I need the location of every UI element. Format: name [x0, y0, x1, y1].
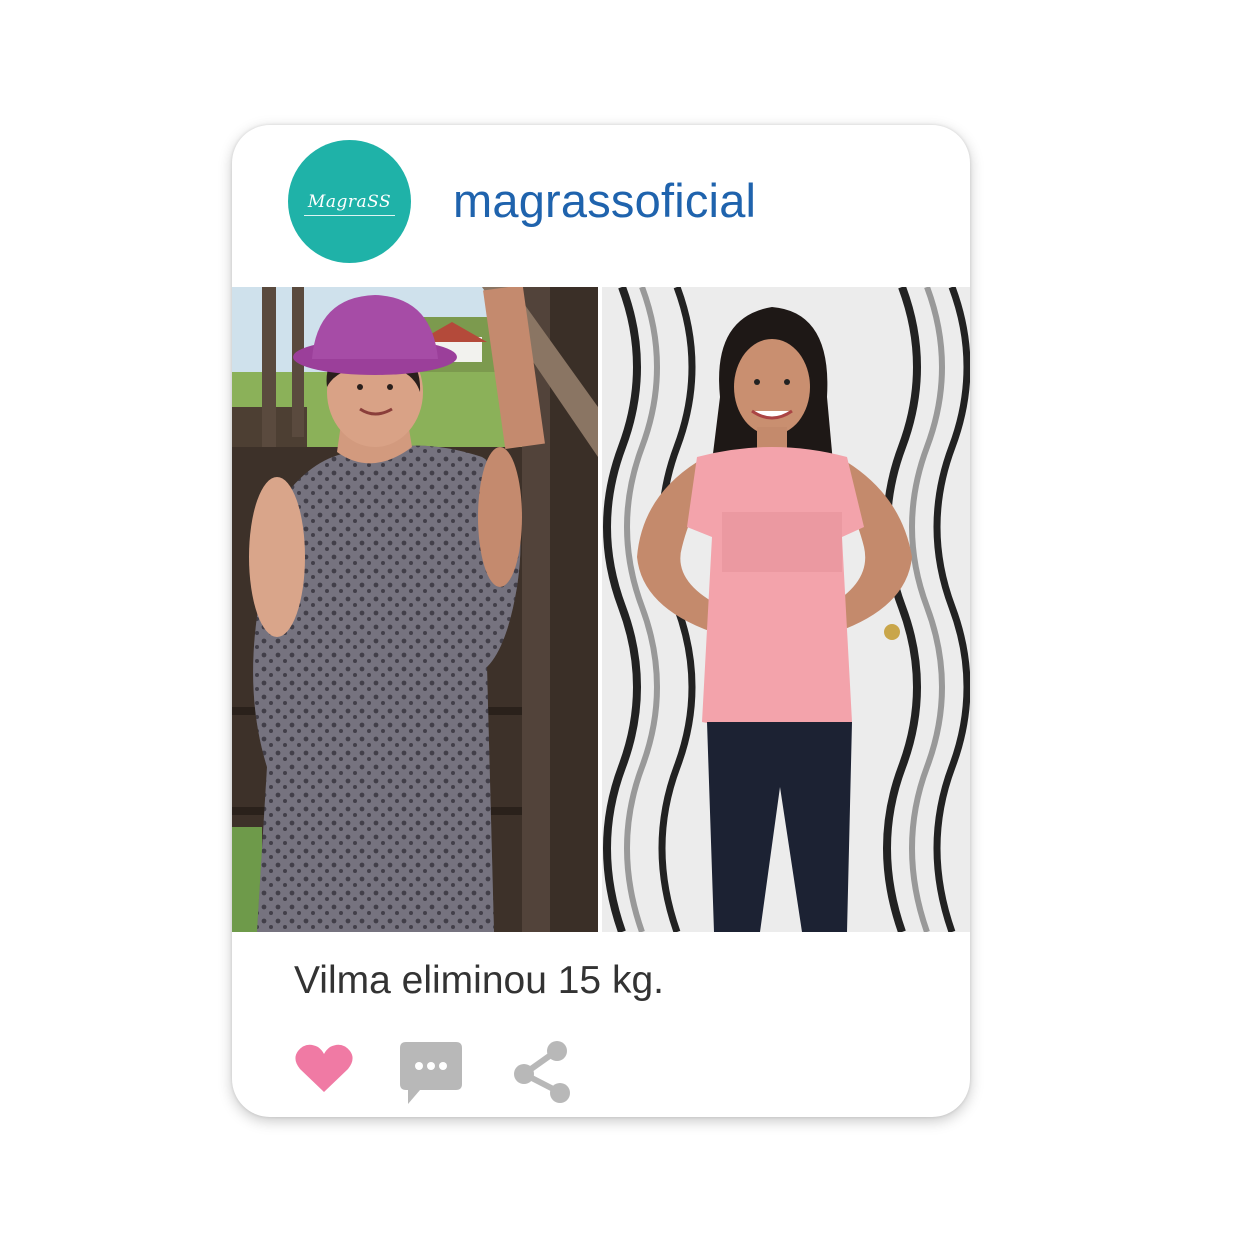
avatar[interactable]: MagraSS [288, 140, 411, 263]
post-caption: Vilma eliminou 15 kg. [294, 959, 664, 1002]
comment-button[interactable] [400, 1042, 462, 1113]
speech-bubble-icon [400, 1042, 462, 1104]
post-card: MagraSS magrassoficial Vilma eliminou 15… [232, 125, 970, 1117]
like-button[interactable] [294, 1042, 354, 1099]
after-photo [602, 287, 970, 932]
post-header: MagraSS magrassoficial [232, 125, 970, 287]
username-link[interactable]: magrassoficial [453, 172, 756, 230]
heart-icon [295, 1044, 353, 1092]
share-button[interactable] [511, 1040, 573, 1109]
before-photo-image [232, 287, 598, 932]
share-icon [514, 1041, 570, 1103]
before-photo [232, 287, 598, 932]
before-after-photos[interactable] [232, 287, 970, 932]
after-photo-image [602, 287, 970, 932]
brand-logo: MagraSS [303, 191, 396, 216]
